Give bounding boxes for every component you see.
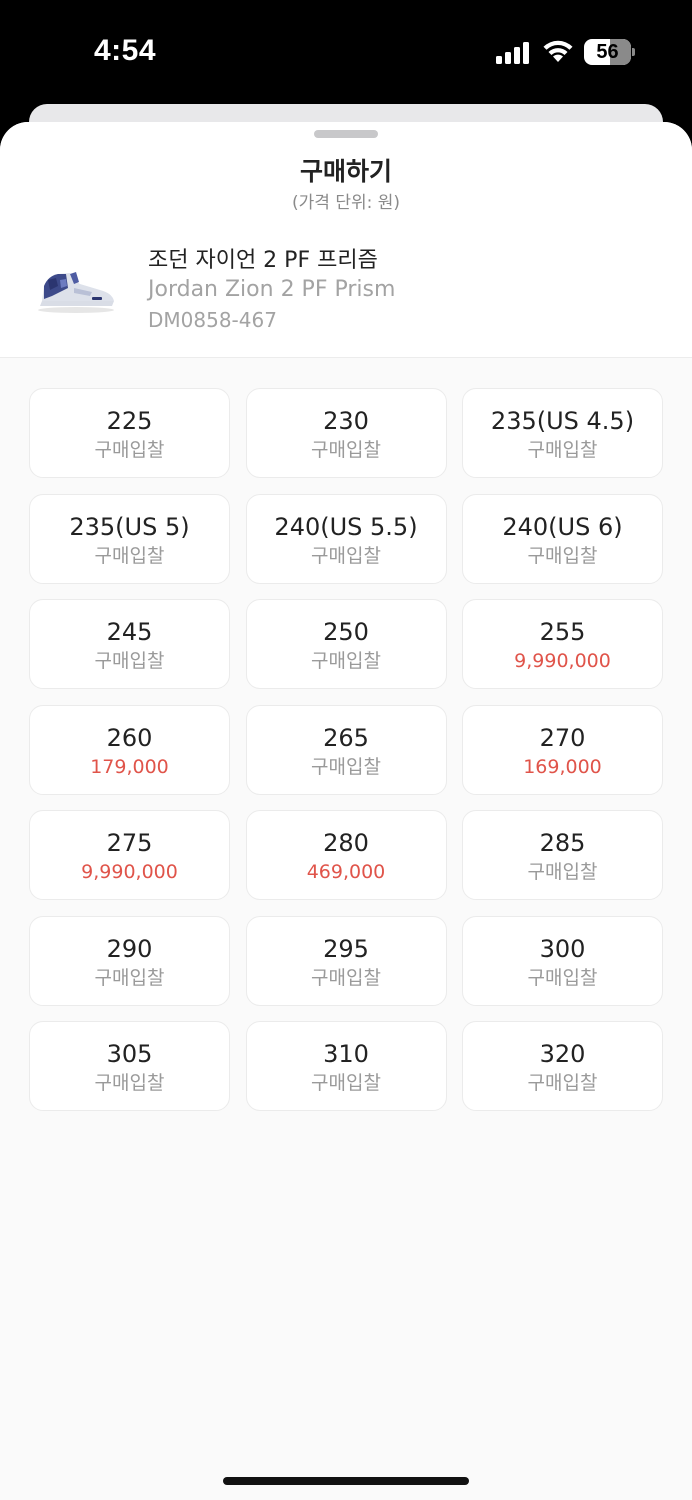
cellular-signal-icon <box>496 42 529 64</box>
status-time: 4:54 <box>94 34 157 67</box>
size-label: 240(US 5.5) <box>274 512 418 541</box>
size-label: 290 <box>106 934 153 963</box>
size-label: 255 <box>539 618 586 646</box>
bid-label: 구매입찰 <box>527 966 598 989</box>
size-label: 230 <box>323 407 369 435</box>
bid-label: 구매입찰 <box>527 544 598 567</box>
size-label: 280 <box>323 829 369 857</box>
sheet-grabber[interactable] <box>314 130 378 138</box>
size-option[interactable]: 245 구매입찰 <box>29 599 230 689</box>
sheet-header: 구매하기 (가격 단위: 원) 조던 자이언 2 PF 프리즘 Jordan Z… <box>0 122 692 358</box>
bid-label: 구매입찰 <box>527 861 598 883</box>
size-option[interactable]: 260 179,000 <box>29 704 230 795</box>
size-option[interactable]: 285 구매입찰 <box>462 810 663 900</box>
sheet-subtitle: (가격 단위: 원) <box>292 193 400 213</box>
wifi-icon <box>543 40 573 62</box>
product-name-english: Jordan Zion 2 PF Prism <box>148 277 396 302</box>
size-label: 240(US 6) <box>502 512 623 541</box>
home-indicator[interactable] <box>223 1477 469 1485</box>
size-option[interactable]: 235(US 4.5) 구매입찰 <box>462 388 663 478</box>
sneaker-image <box>38 272 114 313</box>
size-price: 469,000 <box>306 861 386 883</box>
size-price: 169,000 <box>523 755 602 778</box>
bid-label: 구매입찰 <box>94 966 165 989</box>
size-option[interactable]: 225 구매입찰 <box>29 388 230 478</box>
product-name-korean: 조던 자이언 2 PF 프리즘 <box>148 248 378 273</box>
size-option[interactable]: 235(US 5) 구매입찰 <box>29 493 230 584</box>
bid-label: 구매입찰 <box>94 544 165 567</box>
purchase-sheet: 구매하기 (가격 단위: 원) 조던 자이언 2 PF 프리즘 Jordan Z… <box>0 122 692 1500</box>
size-label: 320 <box>539 1040 586 1068</box>
size-price: 179,000 <box>90 755 169 778</box>
size-label: 300 <box>539 934 586 963</box>
size-label: 270 <box>539 723 586 752</box>
size-option[interactable]: 275 9,990,000 <box>29 810 230 900</box>
size-option[interactable]: 290 구매입찰 <box>29 915 230 1006</box>
bid-label: 구매입찰 <box>311 650 381 672</box>
bid-label: 구매입찰 <box>311 1072 381 1094</box>
size-option[interactable]: 250 구매입찰 <box>245 599 447 689</box>
product-code: DM0858-467 <box>148 308 277 332</box>
size-option[interactable]: 265 구매입찰 <box>245 704 447 795</box>
bid-label: 구매입찰 <box>527 1072 598 1094</box>
size-price: 9,990,000 <box>81 861 178 883</box>
bid-label: 구매입찰 <box>94 1072 165 1094</box>
size-option[interactable]: 300 구매입찰 <box>462 915 663 1006</box>
size-label: 285 <box>539 829 586 857</box>
bid-label: 구매입찰 <box>94 650 165 672</box>
size-option[interactable]: 310 구매입찰 <box>245 1021 447 1111</box>
size-label: 310 <box>323 1040 369 1068</box>
size-label: 265 <box>323 723 369 752</box>
bid-label: 구매입찰 <box>527 439 598 461</box>
status-bar: 4:54 56 <box>0 0 692 104</box>
size-option[interactable]: 240(US 6) 구매입찰 <box>462 493 663 584</box>
size-option[interactable]: 295 구매입찰 <box>245 915 447 1006</box>
bid-label: 구매입찰 <box>311 544 381 567</box>
size-label: 245 <box>106 618 153 646</box>
size-label: 225 <box>106 407 153 435</box>
size-grid: 225 구매입찰 230 구매입찰 235(US 4.5) 구매입찰 235(US 5) 구매… <box>29 388 663 1111</box>
battery-icon: 56 <box>584 39 636 65</box>
size-label: 275 <box>106 829 153 857</box>
bid-label: 구매입찰 <box>311 755 381 778</box>
size-label: 260 <box>106 723 153 752</box>
sheet-title: 구매하기 <box>299 157 392 186</box>
bid-label: 구매입찰 <box>94 439 165 461</box>
bid-label: 구매입찰 <box>311 439 381 461</box>
size-option[interactable]: 255 9,990,000 <box>462 599 663 689</box>
size-label: 235(US 4.5) <box>490 407 635 435</box>
size-option[interactable]: 320 구매입찰 <box>462 1021 663 1111</box>
size-option[interactable]: 240(US 5.5) 구매입찰 <box>245 493 447 584</box>
size-label: 250 <box>323 618 369 646</box>
size-option[interactable]: 270 169,000 <box>462 704 663 795</box>
size-option[interactable]: 280 469,000 <box>245 810 447 900</box>
size-label: 295 <box>323 934 369 963</box>
size-label: 235(US 5) <box>69 512 190 541</box>
size-option[interactable]: 305 구매입찰 <box>29 1021 230 1111</box>
bid-label: 구매입찰 <box>311 966 381 989</box>
size-label: 305 <box>106 1040 153 1068</box>
size-option[interactable]: 230 구매입찰 <box>245 388 447 478</box>
size-price: 9,990,000 <box>514 650 611 672</box>
battery-level: 56 <box>596 41 619 63</box>
